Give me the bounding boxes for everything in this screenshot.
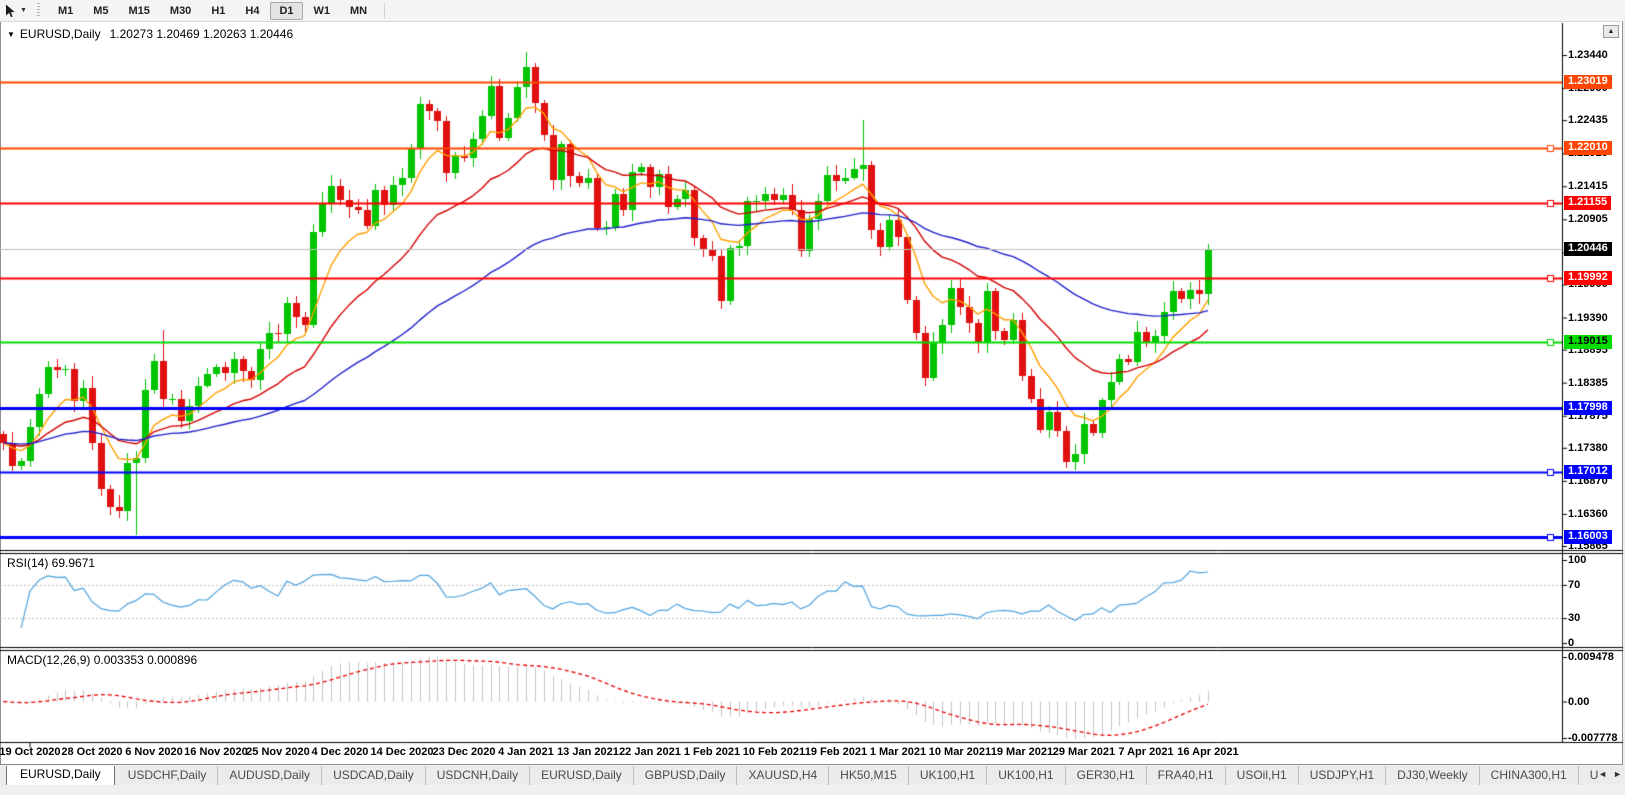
timeframe-button-mn[interactable]: MN: [341, 2, 376, 20]
timeframe-buttons: M1 M5 M15 M30 H1 H4 D1 W1 MN: [48, 0, 377, 21]
cursor-icon: [6, 4, 15, 17]
chart-tab[interactable]: USDCHF,Daily: [117, 766, 218, 785]
chart-tab[interactable]: FRA40,H1: [1145, 766, 1225, 785]
chart-tab[interactable]: USDJPY,H1: [1297, 766, 1385, 785]
timeframe-button-h1[interactable]: H1: [202, 2, 234, 20]
timeframe-button-m15[interactable]: M15: [120, 2, 159, 20]
chart-tab[interactable]: USDCNH,Daily: [424, 766, 529, 785]
tab-scroll-right-icon[interactable]: ►: [1613, 769, 1622, 779]
tab-scroll-left-icon[interactable]: ◄: [1598, 769, 1607, 779]
chart-tab[interactable]: AUDUSD,Daily: [217, 766, 321, 785]
timeframe-button-m1[interactable]: M1: [49, 2, 82, 20]
chart-tab[interactable]: CHINA300,H1: [1478, 766, 1578, 785]
chart-tab[interactable]: EURUSD,Daily: [529, 766, 633, 785]
chart-cursor-tool[interactable]: ▼: [0, 1, 31, 20]
chart-tab[interactable]: GBPUSD,Daily: [632, 766, 737, 785]
chart-tab[interactable]: EURUSD,Daily: [6, 766, 115, 785]
chart-tab[interactable]: USDCAD,Daily: [321, 766, 425, 785]
toolbar-separator: [384, 2, 386, 19]
chevron-down-icon: ▼: [20, 7, 27, 14]
chart-tab[interactable]: UK100,H1: [907, 766, 986, 785]
toolbar: ▼ M1 M5 M15 M30 H1 H4 D1 W1 MN: [0, 0, 1625, 22]
chart-tab[interactable]: XAUUSD,H4: [736, 766, 828, 785]
tab-scroll-arrows: ◄ ►: [1598, 769, 1622, 779]
chart-tab[interactable]: HK50,M15: [828, 766, 908, 785]
chart-tab[interactable]: USOil,H1: [1224, 766, 1298, 785]
chart-canvas[interactable]: [0, 0, 1625, 795]
timeframe-button-w1[interactable]: W1: [305, 2, 340, 20]
chart-tab[interactable]: DJ30,Weekly: [1385, 766, 1478, 785]
chart-tab[interactable]: UK100,H1: [986, 766, 1064, 785]
timeframe-button-d1[interactable]: D1: [270, 1, 303, 20]
chart-tab[interactable]: GER30,H1: [1064, 766, 1146, 785]
timeframe-button-m5[interactable]: M5: [84, 2, 117, 20]
toolbar-grip-handle[interactable]: [36, 3, 40, 18]
chart-scroll-up-button[interactable]: ▲: [1603, 25, 1619, 38]
timeframe-button-m30[interactable]: M30: [161, 2, 200, 20]
timeframe-button-h4[interactable]: H4: [236, 2, 268, 20]
chart-tab-bar: EURUSD,Daily USDCHF,Daily AUDUSD,Daily USDC…: [0, 766, 1625, 785]
